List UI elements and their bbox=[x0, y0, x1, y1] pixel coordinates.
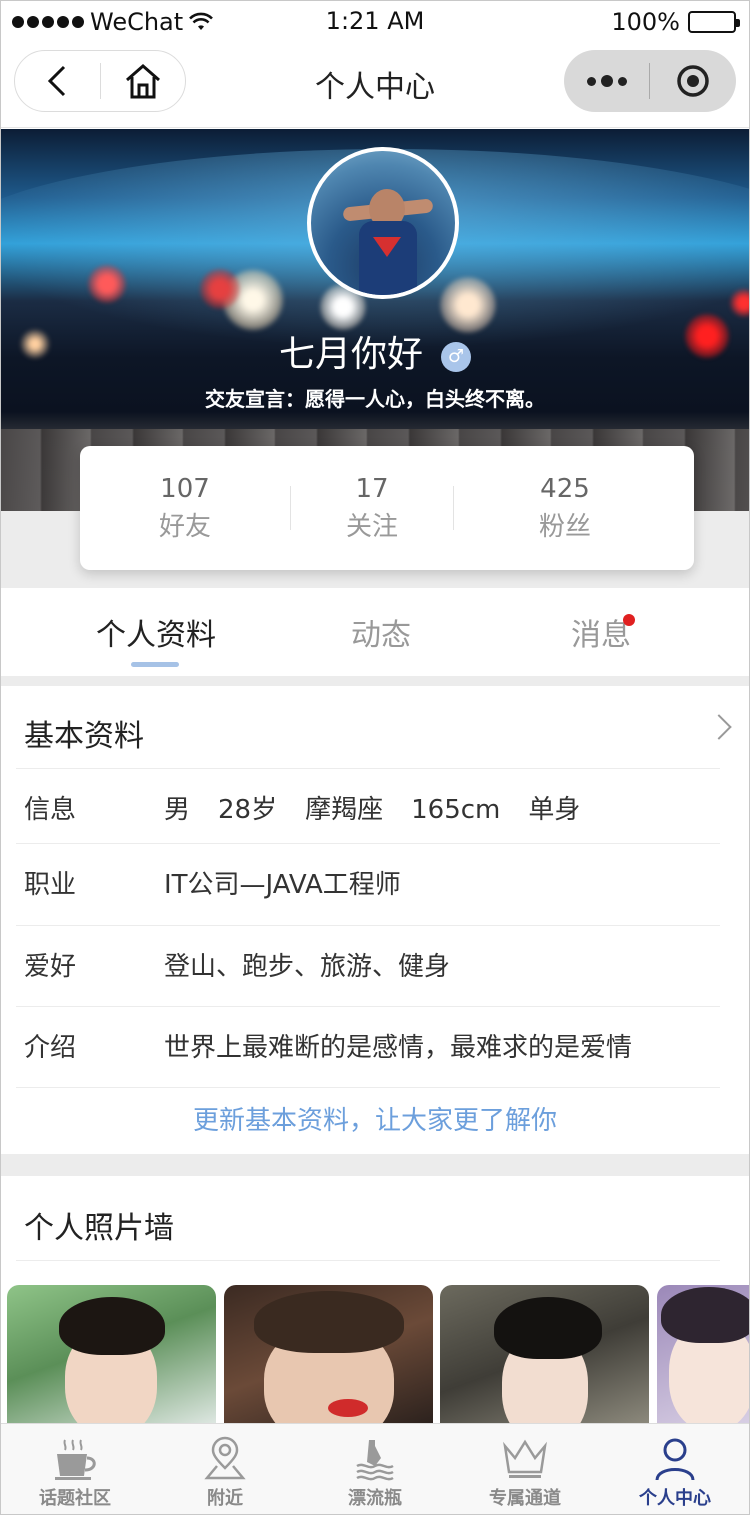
battery-percent: 100% bbox=[611, 8, 680, 36]
hobbies-label: 爱好 bbox=[24, 952, 77, 982]
info-label: 信息 bbox=[24, 795, 77, 825]
avatar[interactable] bbox=[307, 147, 459, 299]
occupation-value: IT公司—JAVA工程师 bbox=[164, 870, 401, 900]
more-button[interactable] bbox=[564, 50, 649, 112]
tabbar-item-drift-bottle[interactable]: 漂流瓶 bbox=[300, 1424, 450, 1515]
tabbar-label-drift-bottle: 漂流瓶 bbox=[348, 1488, 402, 1509]
more-dots-icon bbox=[586, 75, 627, 87]
dating-motto: 交友宣言：愿得一人心，白头终不离。 bbox=[205, 387, 545, 411]
stat-followers-count: 425 bbox=[540, 473, 590, 504]
tab-profile[interactable]: 个人资料 bbox=[96, 610, 216, 654]
tabbar-item-exclusive[interactable]: 专属通道 bbox=[450, 1424, 600, 1515]
photo-wall-title: 个人照片墙 bbox=[24, 1211, 174, 1246]
occupation-label: 职业 bbox=[24, 870, 77, 900]
stat-followers[interactable]: 425 粉丝 bbox=[454, 474, 676, 543]
stat-followers-label: 粉丝 bbox=[538, 511, 591, 542]
battery: 100% bbox=[611, 8, 740, 36]
stat-following-count: 17 bbox=[355, 473, 389, 504]
tab-activity[interactable]: 动态 bbox=[351, 610, 411, 654]
occupation-row: 职业 IT公司—JAVA工程师 bbox=[16, 843, 720, 925]
bottle-waves-icon bbox=[356, 1440, 394, 1481]
gender-value: 男 bbox=[164, 795, 191, 825]
info-value: 男 28岁 摩羯座 165cm 单身 bbox=[164, 789, 608, 826]
tabbar-item-profile[interactable]: 个人中心 bbox=[600, 1424, 750, 1515]
height-value: 165cm bbox=[411, 795, 501, 825]
username-text: 七月你好 bbox=[278, 334, 423, 375]
divider bbox=[16, 1260, 720, 1261]
user-icon bbox=[655, 1438, 695, 1481]
crown-icon bbox=[503, 1439, 547, 1478]
intro-label: 介绍 bbox=[24, 1033, 77, 1063]
hobbies-row: 爱好 登山、跑步、旅游、健身 bbox=[16, 925, 720, 1007]
section-divider bbox=[0, 1154, 750, 1176]
stat-following[interactable]: 17 关注 bbox=[291, 474, 453, 543]
intro-value: 世界上最难断的是感情，最难求的是爱情 bbox=[164, 1033, 633, 1063]
stat-friends[interactable]: 107 好友 bbox=[80, 474, 290, 543]
tabbar-item-nearby[interactable]: 附近 bbox=[150, 1424, 300, 1515]
male-gender-icon: ♂ bbox=[441, 342, 471, 372]
tabbar-label-profile: 个人中心 bbox=[639, 1488, 711, 1509]
tabbar-item-topics[interactable]: 话题社区 bbox=[0, 1424, 150, 1515]
record-circle-icon bbox=[676, 65, 709, 97]
age-value: 28岁 bbox=[218, 795, 278, 825]
unread-badge bbox=[623, 614, 635, 626]
stat-following-label: 关注 bbox=[345, 511, 398, 542]
profile-tabs: 个人资料 动态 消息 bbox=[0, 588, 750, 676]
tabbar-label-nearby: 附近 bbox=[207, 1488, 243, 1509]
nav-right-capsule bbox=[564, 50, 736, 112]
tabbar-label-exclusive: 专属通道 bbox=[489, 1488, 561, 1509]
update-profile-link[interactable]: 更新基本资料，让大家更了解你 bbox=[0, 1100, 750, 1137]
tabbar-label-topics: 话题社区 bbox=[39, 1488, 111, 1509]
battery-icon bbox=[688, 11, 740, 33]
bottom-tab-bar: 话题社区 附近 漂流瓶 专属通道 个人中心 bbox=[0, 1423, 750, 1515]
stat-friends-count: 107 bbox=[160, 473, 210, 504]
intro-row: 介绍 世界上最难断的是感情，最难求的是爱情 bbox=[16, 1006, 720, 1088]
info-row: 信息 男 28岁 摩羯座 165cm 单身 bbox=[16, 768, 720, 850]
location-pin-icon bbox=[204, 1436, 246, 1480]
divider bbox=[16, 1087, 720, 1088]
hobbies-value: 登山、跑步、旅游、健身 bbox=[164, 952, 451, 982]
nav-bar: 个人中心 bbox=[0, 42, 750, 128]
photo-thumbnail[interactable] bbox=[7, 1285, 216, 1425]
active-tab-indicator bbox=[131, 662, 179, 667]
photo-thumbnail[interactable] bbox=[440, 1285, 649, 1425]
relationship-value: 单身 bbox=[528, 795, 581, 825]
tab-messages[interactable]: 消息 bbox=[571, 610, 631, 654]
photo-thumbnail[interactable] bbox=[224, 1285, 433, 1425]
section-divider bbox=[0, 676, 750, 686]
basic-info-title[interactable]: 基本资料 bbox=[24, 711, 144, 755]
coffee-cup-icon bbox=[55, 1439, 96, 1480]
stat-friends-label: 好友 bbox=[158, 511, 211, 542]
photo-thumbnail[interactable] bbox=[657, 1285, 750, 1425]
username: 七月你好 ♂ bbox=[0, 325, 750, 377]
stats-card: 107 好友 17 关注 425 粉丝 bbox=[80, 446, 694, 570]
zodiac-value: 摩羯座 bbox=[305, 795, 384, 825]
close-miniprogram-button[interactable] bbox=[650, 50, 735, 112]
status-bar: WeChat 1:21 AM 100% bbox=[0, 0, 750, 42]
